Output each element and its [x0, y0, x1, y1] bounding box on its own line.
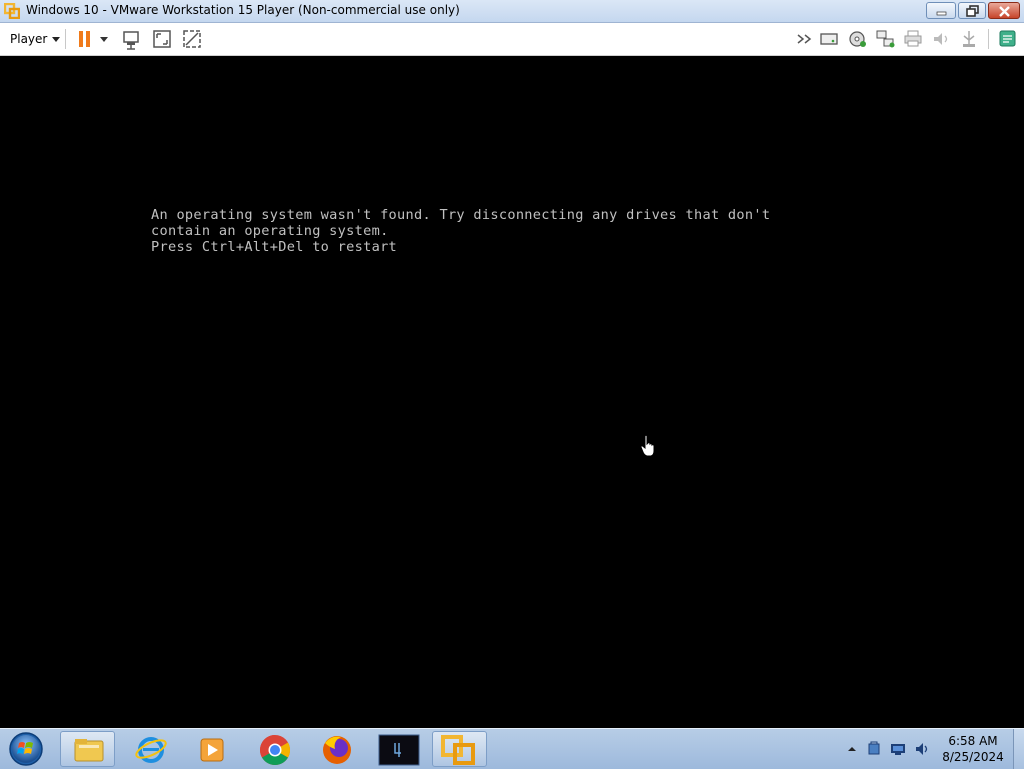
minimize-button[interactable]	[926, 2, 956, 19]
folder-icon	[74, 739, 104, 762]
restore-icon	[966, 5, 979, 17]
printer-icon[interactable]	[903, 28, 925, 50]
close-icon	[999, 6, 1010, 17]
taskbar-media-player[interactable]	[184, 731, 239, 767]
chevron-down-icon	[52, 36, 61, 42]
network-adapter-icon[interactable]	[875, 28, 897, 50]
unity-mode-icon[interactable]	[181, 28, 203, 50]
action-center-icon[interactable]	[866, 741, 882, 757]
window-title: Windows 10 - VMware Workstation 15 Playe…	[26, 3, 460, 17]
volume-icon[interactable]	[914, 741, 930, 757]
hard-disk-icon[interactable]	[819, 28, 841, 50]
hand-pointer-icon	[640, 434, 655, 457]
taskbar-explorer[interactable]	[60, 731, 115, 767]
taskbar-chrome[interactable]	[247, 731, 302, 767]
close-button[interactable]	[988, 2, 1020, 19]
toolbar-separator	[65, 29, 66, 49]
send-ctrl-alt-del-icon[interactable]	[121, 28, 143, 50]
vmware-logo-icon	[4, 3, 20, 19]
player-toolbar: Player	[0, 23, 1024, 56]
message-log-icon[interactable]	[997, 28, 1019, 50]
taskbar: 6:58 AM 8/25/2024	[0, 728, 1024, 769]
taskbar-clock[interactable]: 6:58 AM 8/25/2024	[938, 733, 1008, 765]
show-desktop-button[interactable]	[1013, 729, 1024, 769]
vmware-player-icon	[441, 735, 475, 765]
console-line: contain an operating system.	[151, 223, 389, 239]
show-hidden-icons-icon[interactable]	[844, 741, 860, 757]
clock-time: 6:58 AM	[948, 734, 998, 748]
firefox-icon	[323, 736, 351, 764]
boot-error-text: An operating system wasn't found. Try di…	[151, 207, 770, 255]
toolbar-separator	[988, 29, 989, 49]
pause-dropdown-icon[interactable]	[97, 28, 119, 50]
console-line: Press Ctrl+Alt+Del to restart	[151, 239, 398, 255]
more-devices-icon[interactable]	[795, 28, 817, 50]
usb-device-icon[interactable]	[959, 28, 981, 50]
taskbar-firefox[interactable]	[309, 731, 364, 767]
cd-dvd-icon[interactable]	[847, 28, 869, 50]
console-line: An operating system wasn't found. Try di…	[151, 207, 771, 223]
media-player-icon	[200, 738, 224, 762]
start-button-icon[interactable]	[6, 731, 46, 767]
taskbar-terminal[interactable]	[371, 731, 426, 767]
sound-card-icon[interactable]	[931, 28, 953, 50]
chrome-icon	[259, 735, 291, 766]
player-menu-label: Player	[10, 32, 48, 46]
player-menu-button[interactable]: Player	[6, 29, 64, 49]
vm-display[interactable]: An operating system wasn't found. Try di…	[0, 56, 1024, 728]
restore-button[interactable]	[958, 2, 986, 19]
minimize-icon	[936, 11, 947, 16]
fit-guest-icon[interactable]	[151, 28, 173, 50]
terminal-icon	[378, 734, 420, 766]
internet-explorer-icon	[135, 737, 167, 763]
title-bar: Windows 10 - VMware Workstation 15 Playe…	[0, 0, 1024, 23]
taskbar-internet-explorer[interactable]	[123, 731, 178, 767]
clock-date: 8/25/2024	[942, 750, 1004, 764]
pause-icon[interactable]	[75, 28, 97, 50]
network-icon[interactable]	[890, 741, 906, 757]
taskbar-vmware-player[interactable]	[432, 731, 487, 767]
